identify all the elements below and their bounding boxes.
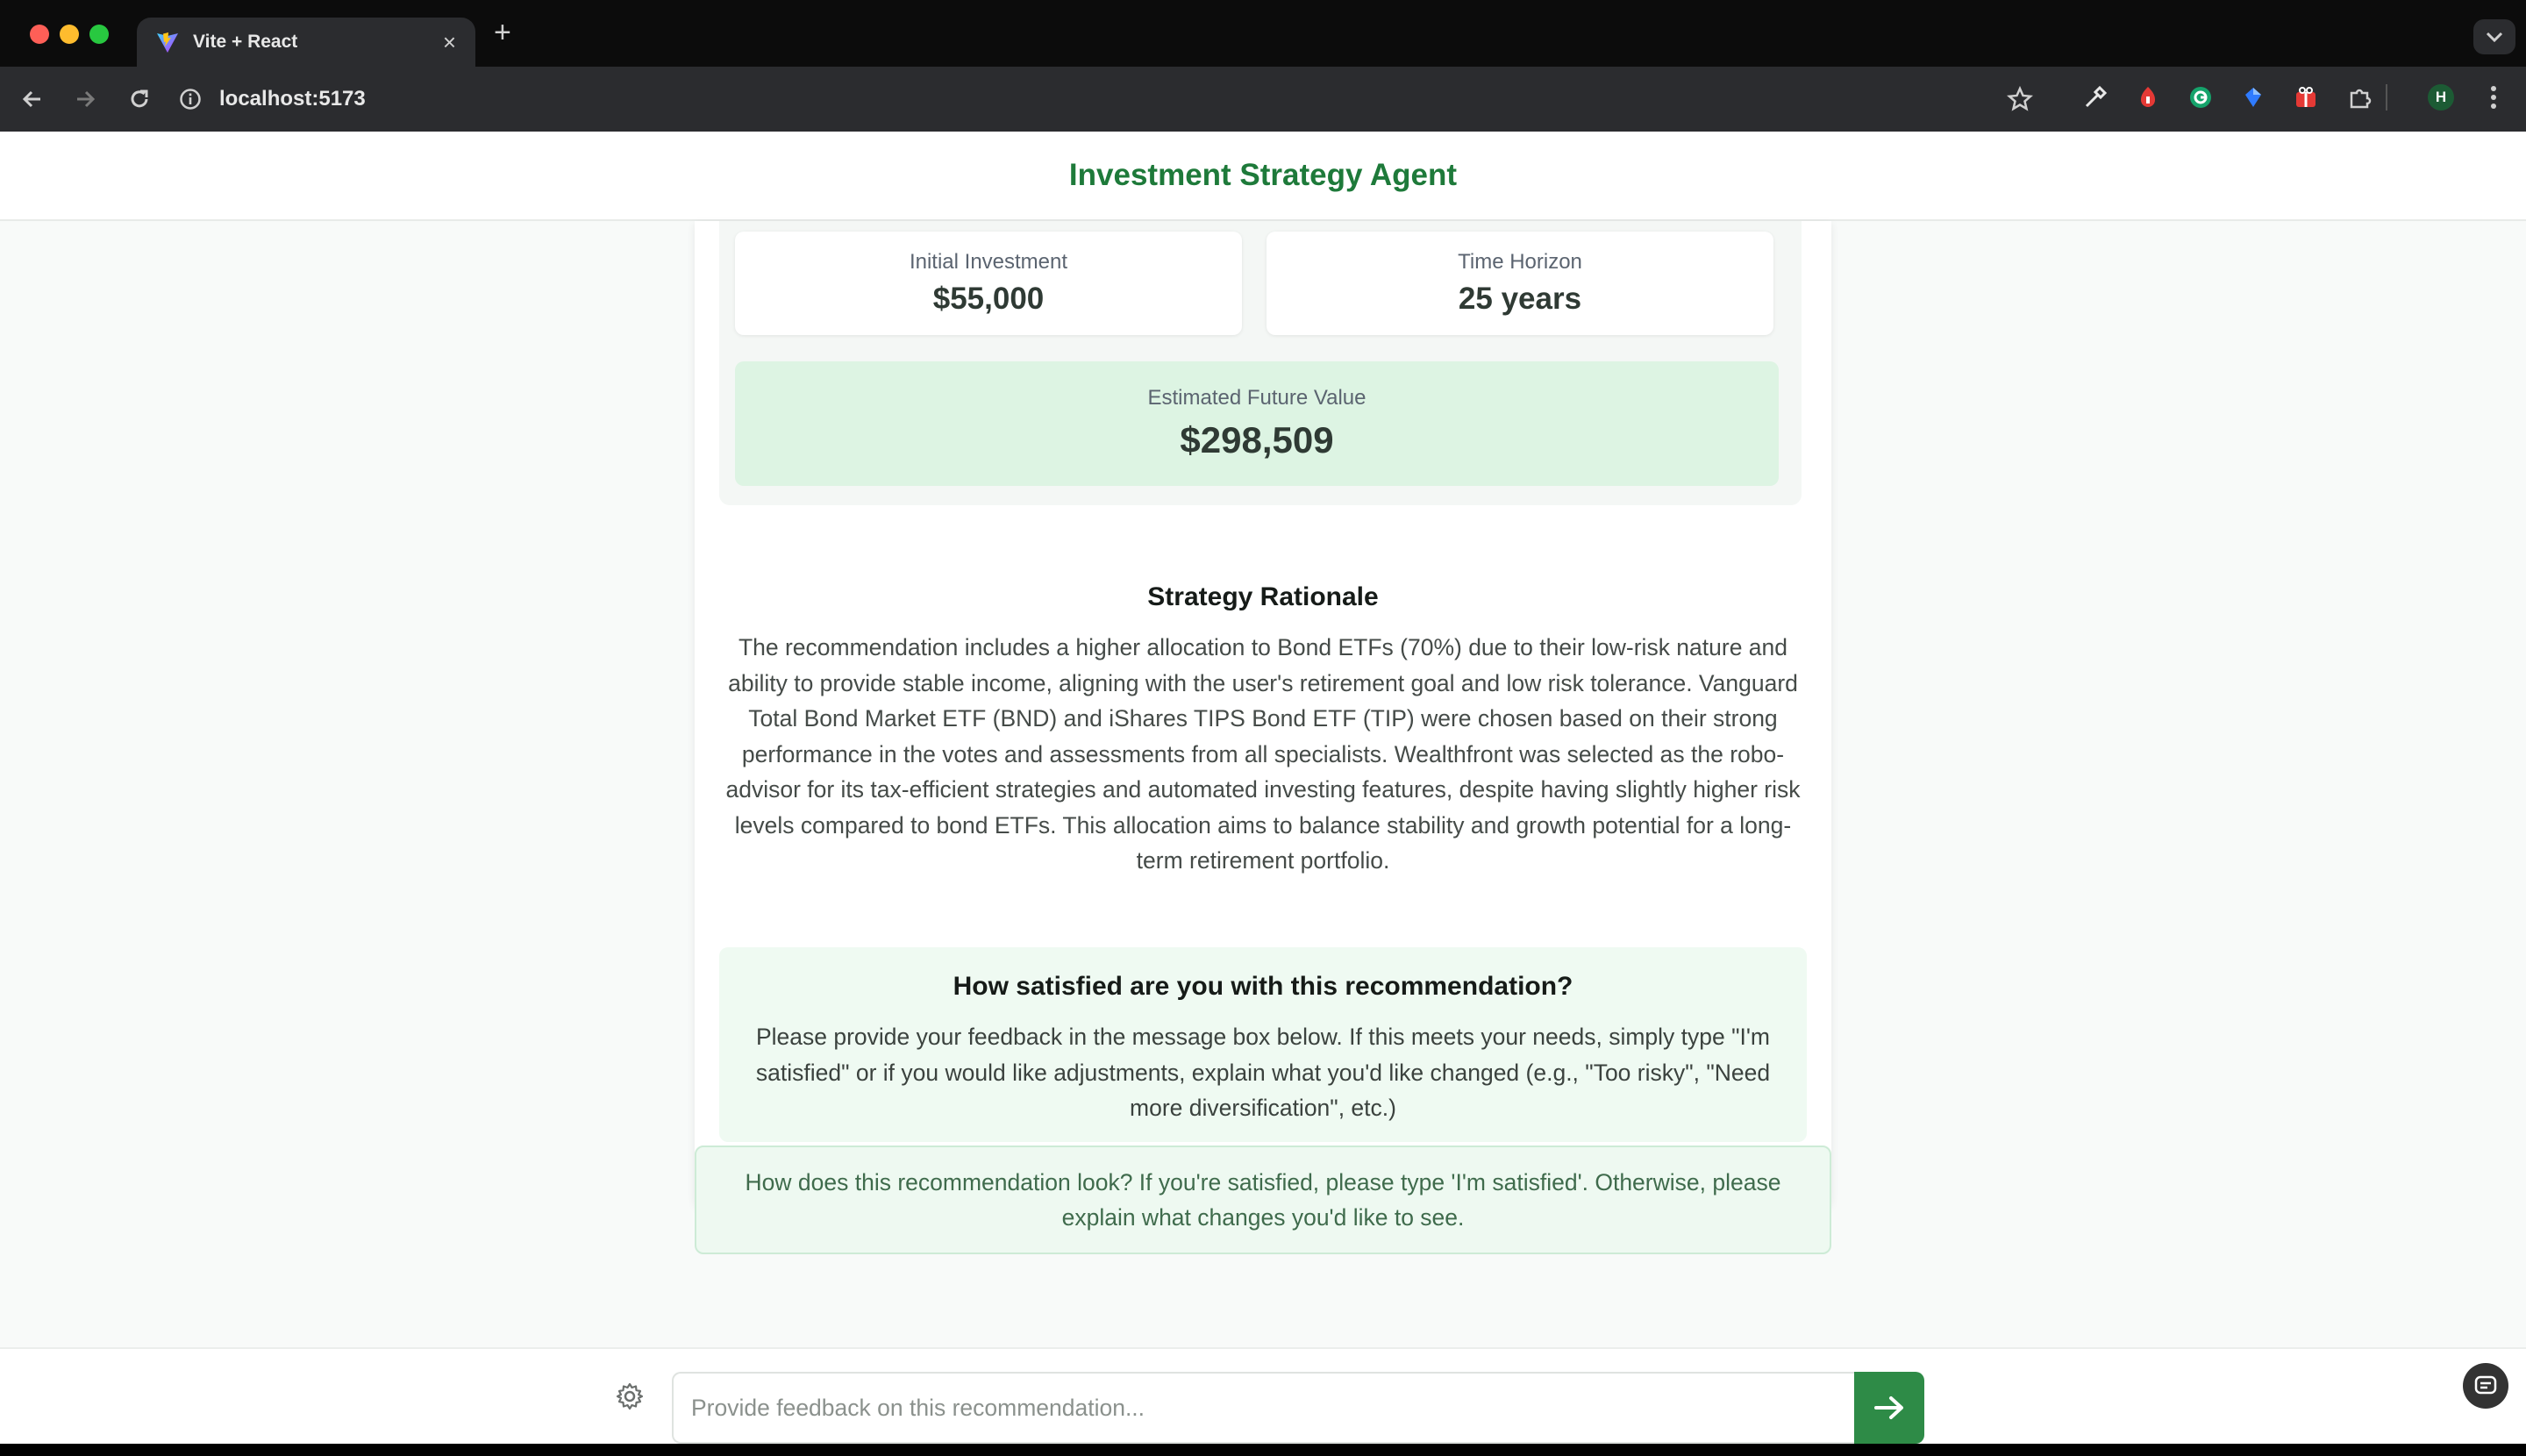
dropper-icon xyxy=(2085,85,2108,108)
strategy-rationale-heading: Strategy Rationale xyxy=(1147,582,1379,611)
time-horizon-box: Time Horizon 25 years xyxy=(1267,232,1773,335)
chat-input-bar xyxy=(0,1347,2526,1444)
settings-button[interactable] xyxy=(610,1377,649,1416)
reload-button[interactable] xyxy=(121,81,158,118)
close-tab-icon[interactable]: × xyxy=(443,31,456,54)
profile-button[interactable]: H xyxy=(2426,82,2456,112)
recommendation-card: Initial Investment $55,000 Time Horizon … xyxy=(695,221,1831,1209)
vite-logo-icon xyxy=(157,32,178,53)
back-icon xyxy=(22,90,40,108)
initial-investment-box: Initial Investment $55,000 xyxy=(735,232,1242,335)
agent-message-bubble: How does this recommendation look? If yo… xyxy=(695,1146,1831,1254)
puzzle-icon xyxy=(2350,89,2372,109)
address-bar[interactable]: localhost:5173 xyxy=(179,77,2026,121)
info-icon[interactable] xyxy=(179,88,202,111)
browser-tab-bar: Vite + React × + xyxy=(0,0,2526,67)
gift-extension[interactable] xyxy=(2291,82,2321,112)
future-value-box: Estimated Future Value $298,509 xyxy=(735,361,1779,486)
browser-menu-button[interactable] xyxy=(2479,82,2508,112)
extension-gift-icon xyxy=(2296,87,2316,107)
chevron-down-icon xyxy=(2486,32,2503,42)
forward-icon xyxy=(77,90,96,108)
initial-investment-label: Initial Investment xyxy=(909,250,1068,274)
initial-investment-value: $55,000 xyxy=(932,282,1045,316)
bookmark-star-icon xyxy=(2007,86,2033,111)
reload-icon xyxy=(131,89,148,108)
bookmark-button[interactable] xyxy=(2002,81,2038,118)
future-value-amount: $298,509 xyxy=(1180,419,1334,460)
metrics-panel: Initial Investment $55,000 Time Horizon … xyxy=(719,221,1802,505)
extension-red-icon xyxy=(2141,87,2155,107)
arrow-right-icon xyxy=(1874,1396,1903,1419)
minimize-window-button[interactable] xyxy=(60,25,79,44)
close-window-button[interactable] xyxy=(30,25,49,44)
forward-button[interactable] xyxy=(67,81,103,118)
feedback-input[interactable] xyxy=(672,1372,1854,1444)
browser-tab[interactable]: Vite + React × xyxy=(137,18,475,67)
chat-widget-icon xyxy=(2474,1375,2497,1395)
agent-message-text: How does this recommendation look? If yo… xyxy=(745,1168,1781,1231)
app-viewport: Investment Strategy Agent Initial Invest… xyxy=(0,132,2526,1444)
url-text: localhost:5173 xyxy=(219,87,366,111)
blue-extension[interactable] xyxy=(2238,82,2268,112)
strategy-rationale-text: The recommendation includes a higher all… xyxy=(725,634,1801,874)
maximize-window-button[interactable] xyxy=(89,25,109,44)
profile-icon: H xyxy=(2428,84,2454,111)
tab-title: Vite + React xyxy=(193,32,298,52)
send-button[interactable] xyxy=(1854,1372,1924,1444)
bottom-edge xyxy=(0,1444,2526,1456)
app-header: Investment Strategy Agent xyxy=(0,132,2526,221)
assistant-widget-button[interactable] xyxy=(2463,1363,2508,1409)
tab-search-button[interactable] xyxy=(2473,19,2515,54)
back-button[interactable] xyxy=(14,81,51,118)
satisfaction-heading: How satisfied are you with this recommen… xyxy=(953,972,1573,1001)
extension-blue-icon xyxy=(2245,88,2261,107)
satisfaction-instructions: Please provide your feedback in the mess… xyxy=(755,1024,1771,1121)
extensions-button[interactable] xyxy=(2345,82,2375,112)
grammarly-extension[interactable] xyxy=(2186,82,2216,112)
dropper-extension[interactable] xyxy=(2080,82,2110,112)
new-tab-icon[interactable]: + xyxy=(494,18,511,47)
gear-icon xyxy=(616,1382,644,1410)
future-value-label: Estimated Future Value xyxy=(1147,386,1366,410)
app-title: Investment Strategy Agent xyxy=(1068,158,1458,192)
toolbar-divider xyxy=(2386,84,2387,111)
time-horizon-label: Time Horizon xyxy=(1458,250,1582,274)
kebab-menu-icon xyxy=(2491,86,2496,109)
grammarly-icon xyxy=(2190,87,2211,108)
time-horizon-value: 25 years xyxy=(1458,282,1582,316)
satisfaction-prompt-box: How satisfied are you with this recommen… xyxy=(719,947,1807,1142)
red-extension[interactable] xyxy=(2133,82,2163,112)
